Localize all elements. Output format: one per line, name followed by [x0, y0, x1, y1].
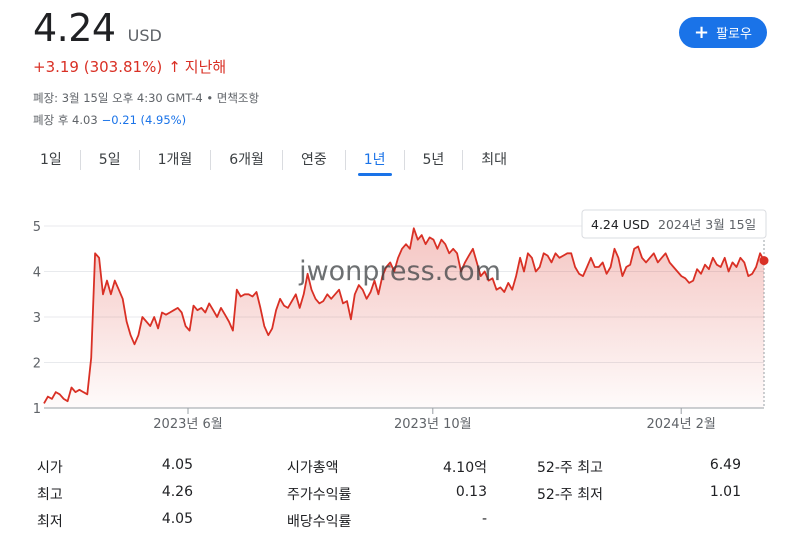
last-point-marker [759, 256, 769, 266]
price-header: 4.24 USD [33, 6, 162, 50]
plus-icon: + [694, 21, 710, 43]
y-tick-label: 5 [33, 220, 41, 235]
stat-value: 4.05 [161, 457, 193, 473]
tab-range-7[interactable]: 최대 [463, 146, 525, 176]
tooltip-date: 2024년 3월 15일 [658, 217, 756, 232]
stat-label: 최저 [37, 514, 63, 530]
watermark: jwonpress.com [298, 256, 501, 287]
stat-value: 0.13 [455, 484, 487, 500]
stat-label: 배당수익률 [287, 514, 352, 530]
tab-range-1[interactable]: 5일 [81, 146, 139, 176]
stat-label: 52-주 최고 [537, 460, 603, 476]
tab-range-4[interactable]: 연중 [283, 146, 345, 176]
stat-label: 52-주 최저 [537, 487, 603, 503]
after-hours-label: 폐장 후 4.03 [33, 113, 98, 127]
stat-value: 4.10억 [442, 460, 487, 476]
currency-label: USD [127, 26, 162, 45]
after-hours-info: 폐장 후 4.03 −0.21 (4.95%) [33, 112, 186, 128]
tab-range-0[interactable]: 1일 [22, 146, 80, 176]
close-info: 폐장: 3월 15일 오후 4:30 GMT-4 • 면책조항 [33, 91, 260, 105]
x-tick-label: 2024년 2월 [646, 417, 715, 432]
price-change: +3.19 (303.81%) ↑ 지난해 [33, 56, 226, 77]
stat-value: - [481, 511, 487, 527]
tab-range-3[interactable]: 6개월 [211, 146, 282, 176]
stat-label: 시가총액 [287, 460, 339, 476]
current-price: 4.24 [33, 6, 116, 50]
tab-range-5[interactable]: 1년 [346, 146, 404, 176]
y-tick-label: 1 [33, 402, 41, 417]
after-hours-change: −0.21 (4.95%) [101, 113, 187, 127]
tab-range-2[interactable]: 1개월 [140, 146, 211, 176]
x-tick-label: 2023년 6월 [153, 417, 222, 432]
x-tick-label: 2023년 10월 [394, 417, 472, 432]
arrow-up-icon: ↑ [168, 57, 181, 76]
stat-label: 주가수익률 [287, 487, 352, 503]
y-tick-label: 4 [33, 266, 41, 281]
tooltip-value: 4.24 USD [591, 217, 650, 232]
stat-value: 4.05 [161, 511, 193, 527]
change-value: +3.19 (303.81%) [33, 57, 163, 76]
stats-table: 시가 4.05 최고 4.26 최저 4.05 시가총액 4.10억주가수익률 0.13 배당수익… [0, 452, 812, 546]
stat-value: 1.01 [709, 484, 741, 500]
stat-label: 시가 [37, 460, 63, 476]
price-chart[interactable]: 1 2 3 4 5 2023년 6월 2023년 10월 2024년 2월 4.24 USD 2… [0, 196, 812, 446]
change-period: 지난해 [184, 58, 227, 76]
y-tick-label: 3 [33, 311, 41, 326]
stat-value: 4.26 [161, 484, 193, 500]
tab-range-6[interactable]: 5년 [405, 146, 463, 176]
range-tabs: 1일 5일 1개월 6개월 연중 1년 5년 최대 [22, 146, 525, 178]
stat-label: 최고 [37, 487, 63, 503]
follow-button[interactable]: + 팔로우 [679, 17, 767, 48]
y-tick-label: 2 [33, 357, 41, 372]
follow-button-label: 팔로우 [716, 27, 752, 42]
stat-value: 6.49 [709, 457, 741, 473]
